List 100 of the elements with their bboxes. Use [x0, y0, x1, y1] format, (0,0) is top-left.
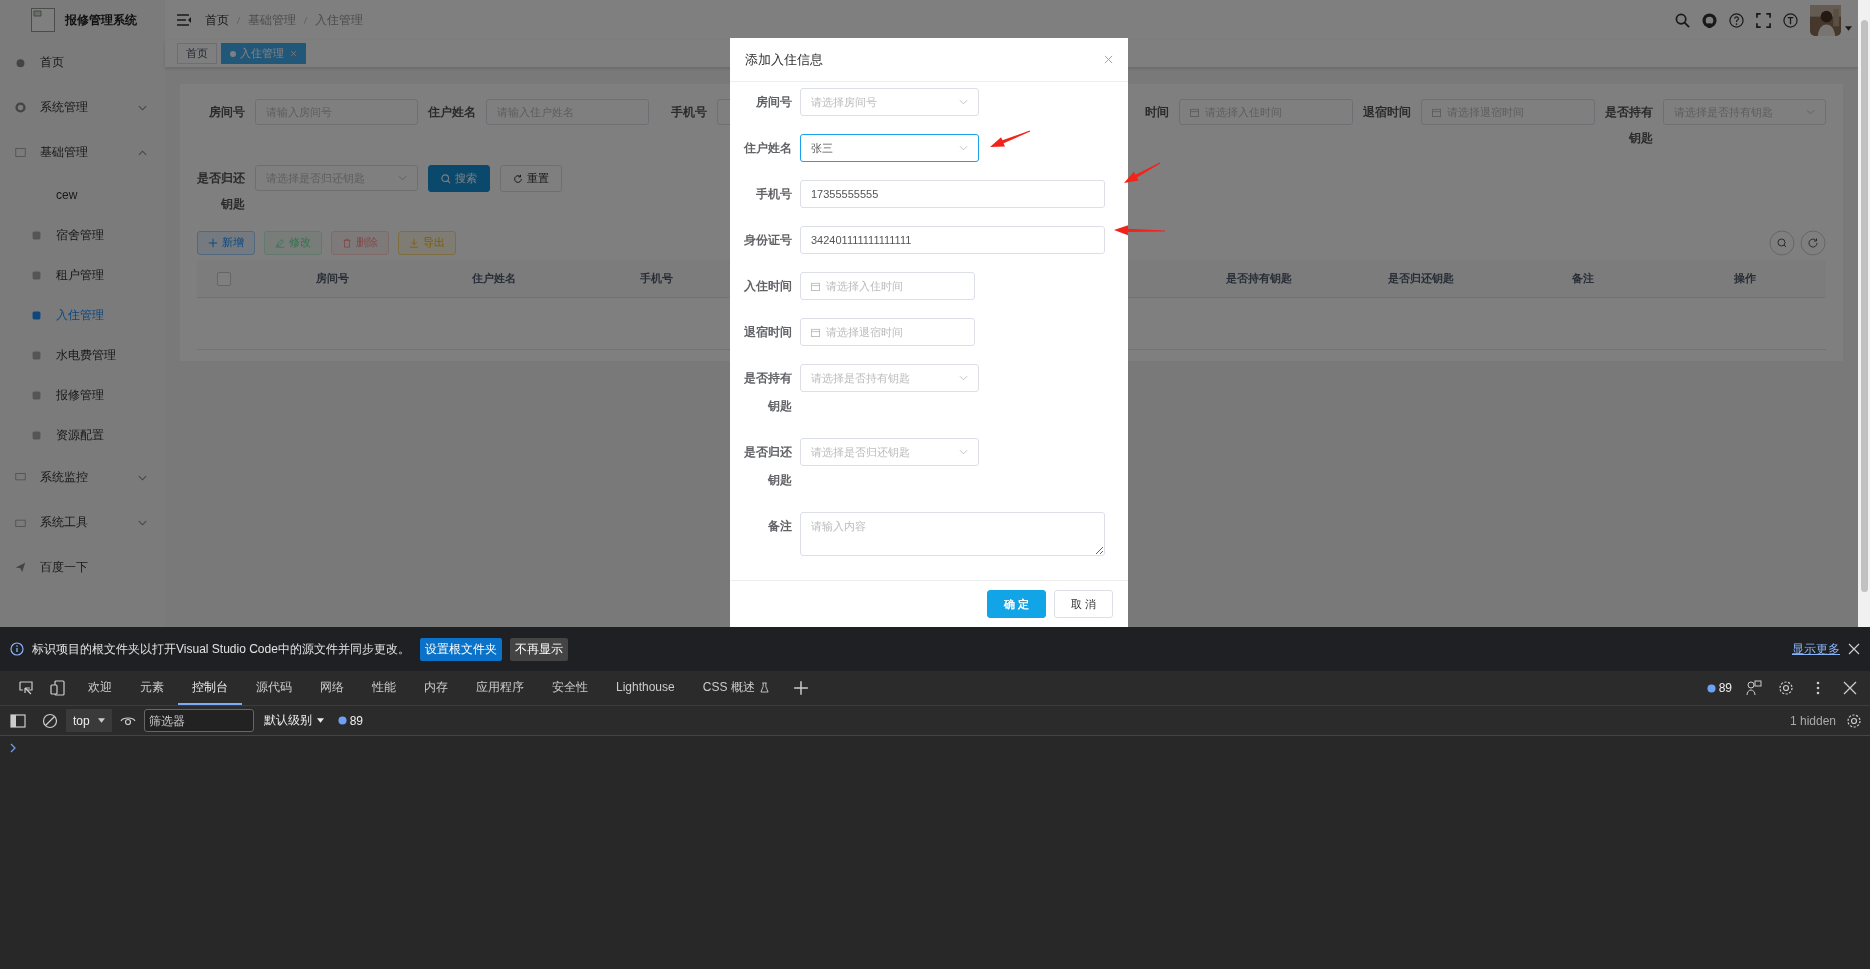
broken-image-icon [31, 8, 55, 32]
info-icon [10, 642, 24, 656]
page-tab[interactable]: 首页 [177, 43, 217, 64]
clear-console-icon[interactable] [42, 712, 58, 729]
chevron-down-icon [959, 449, 968, 455]
calendar-icon [811, 281, 820, 291]
info-message: 标识项目的根文件夹以打开Visual Studio Code中的源文件并同步更改。 [32, 640, 410, 658]
input-field[interactable]: 17355555555 [800, 180, 1105, 208]
close-icon[interactable] [1842, 680, 1858, 696]
filter-field[interactable]: 筛选器 [143, 709, 254, 732]
field-label: 身份证号 [743, 232, 793, 249]
devtools-tab[interactable]: 欢迎 [74, 671, 126, 705]
sidebar-subitem[interactable]: 宿舍管理 [0, 215, 165, 255]
chevron-down-icon [1806, 109, 1815, 115]
refresh-icon [513, 173, 523, 184]
calendar-icon [1432, 107, 1441, 117]
paper-plane-icon [15, 562, 26, 573]
input-field[interactable]: 342401111111111111 [800, 226, 1105, 254]
inspect-icon[interactable] [18, 680, 34, 696]
field-label: 退宿时间 [743, 324, 793, 341]
sidebar-item[interactable]: 基础管理 [0, 130, 165, 175]
sidebar-subitem[interactable]: cew [0, 175, 165, 215]
breadcrumb-item[interactable]: 首页 [205, 11, 229, 29]
sidebar-item[interactable]: 系统监控 [0, 455, 165, 500]
field-label: 时间 [1144, 104, 1169, 121]
device-icon[interactable] [50, 680, 66, 696]
fullscreen-icon[interactable] [1756, 12, 1771, 28]
calendar-icon [811, 327, 820, 337]
column-header: 是否归还钥匙 [1387, 271, 1455, 286]
caret-icon [316, 718, 324, 723]
caret-icon [97, 718, 105, 723]
devtools-tab[interactable]: 应用程序 [462, 671, 538, 705]
field-label: 入住时间 [743, 278, 793, 295]
close-icon[interactable] [1848, 643, 1860, 655]
message-counter[interactable]: 89 [337, 713, 364, 728]
field-label: 是否归还钥匙 [197, 170, 245, 213]
field-label: 手机号 [670, 104, 707, 121]
reset-button[interactable]: 重置 [500, 165, 562, 192]
arrow-annotation [1124, 162, 1161, 183]
field-label: 是否持有钥匙 [1605, 104, 1653, 147]
search-icon [441, 173, 451, 184]
sidebar-item[interactable]: 系统工具 [0, 500, 165, 545]
log-level-dropdown[interactable]: 默认级别 [263, 712, 324, 729]
context-dropdown[interactable]: top [66, 709, 112, 732]
column-header: 备注 [1571, 271, 1595, 286]
notes-field[interactable]: 请输入内容 [800, 512, 1105, 556]
help-icon[interactable] [1729, 12, 1744, 28]
show-more-link[interactable]: 显示更多 [1792, 640, 1840, 658]
sidebar-subitem[interactable]: 租户管理 [0, 255, 165, 295]
hidden-count: 1 hidden [1789, 713, 1836, 728]
field-label: 是否归还钥匙 [743, 444, 793, 489]
menu-icon[interactable] [177, 14, 191, 26]
sidebar-subitem[interactable]: 资源配置 [0, 415, 165, 455]
devtools-tab[interactable]: 性能 [358, 671, 410, 705]
devtools-tab[interactable]: 网络 [306, 671, 358, 705]
chevron-down-icon [959, 145, 968, 151]
issues-counter[interactable]: 89 [1706, 681, 1732, 695]
field-label: 房间号 [755, 94, 793, 111]
calendar-icon [1190, 107, 1199, 117]
sidebar-item[interactable]: 百度一下 [0, 545, 165, 590]
field-label: 住户姓名 [742, 140, 793, 157]
plus-icon [208, 237, 218, 248]
search-button[interactable]: 搜索 [428, 165, 490, 192]
confirm-button[interactable]: 确 定 [987, 590, 1046, 618]
app-title: 报修管理系统 [65, 11, 137, 29]
devtools-tab[interactable]: 源代码 [242, 671, 306, 705]
checkbox[interactable] [217, 271, 231, 286]
dismiss-button[interactable]: 不再显示 [509, 637, 568, 661]
add-button[interactable]: 新增 [197, 230, 255, 255]
field-label: 是否持有钥匙 [743, 370, 793, 415]
set-root-folder-button[interactable]: 设置根文件夹 [419, 637, 502, 661]
font-size-icon[interactable] [1783, 12, 1798, 28]
settings-icon[interactable] [1846, 712, 1862, 729]
sidebar-subitem[interactable]: 水电费管理 [0, 335, 165, 375]
arrow-annotation [1114, 225, 1165, 236]
sidebar-item[interactable]: 系统管理 [0, 85, 165, 130]
plus-icon[interactable] [792, 680, 809, 696]
cancel-button[interactable]: 取 消 [1054, 590, 1113, 618]
sidebar-toggle-icon[interactable] [10, 712, 26, 729]
column-header: 住户姓名 [471, 271, 517, 286]
caret-icon[interactable] [1845, 25, 1852, 31]
search-icon[interactable] [1769, 229, 1795, 256]
devtools-tab[interactable]: 内存 [410, 671, 462, 705]
search-icon[interactable] [1675, 12, 1690, 28]
scrollbar[interactable] [1858, 0, 1870, 627]
chevron-down-icon [959, 99, 968, 105]
devtools-tab[interactable]: Lighthouse [602, 671, 689, 705]
dialog-title: 添加入住信息 [745, 50, 823, 69]
sidebar-subitem[interactable]: 入住管理 [0, 295, 165, 335]
sidebar-item[interactable]: 首页 [0, 40, 165, 85]
select-field[interactable]: 张三 [800, 134, 979, 162]
devtools-tab[interactable]: 元素 [126, 671, 178, 705]
devtools-tab[interactable]: CSS 概述 [688, 671, 783, 705]
connection-icon[interactable] [1746, 680, 1762, 696]
settings-icon[interactable] [1778, 680, 1794, 696]
devtools-tab[interactable]: 安全性 [538, 671, 602, 705]
column-header: 是否持有钥匙 [1225, 271, 1293, 286]
field-label: 手机号 [755, 186, 793, 203]
sidebar-subitem[interactable]: 报修管理 [0, 375, 165, 415]
message-icon [1706, 683, 1716, 693]
